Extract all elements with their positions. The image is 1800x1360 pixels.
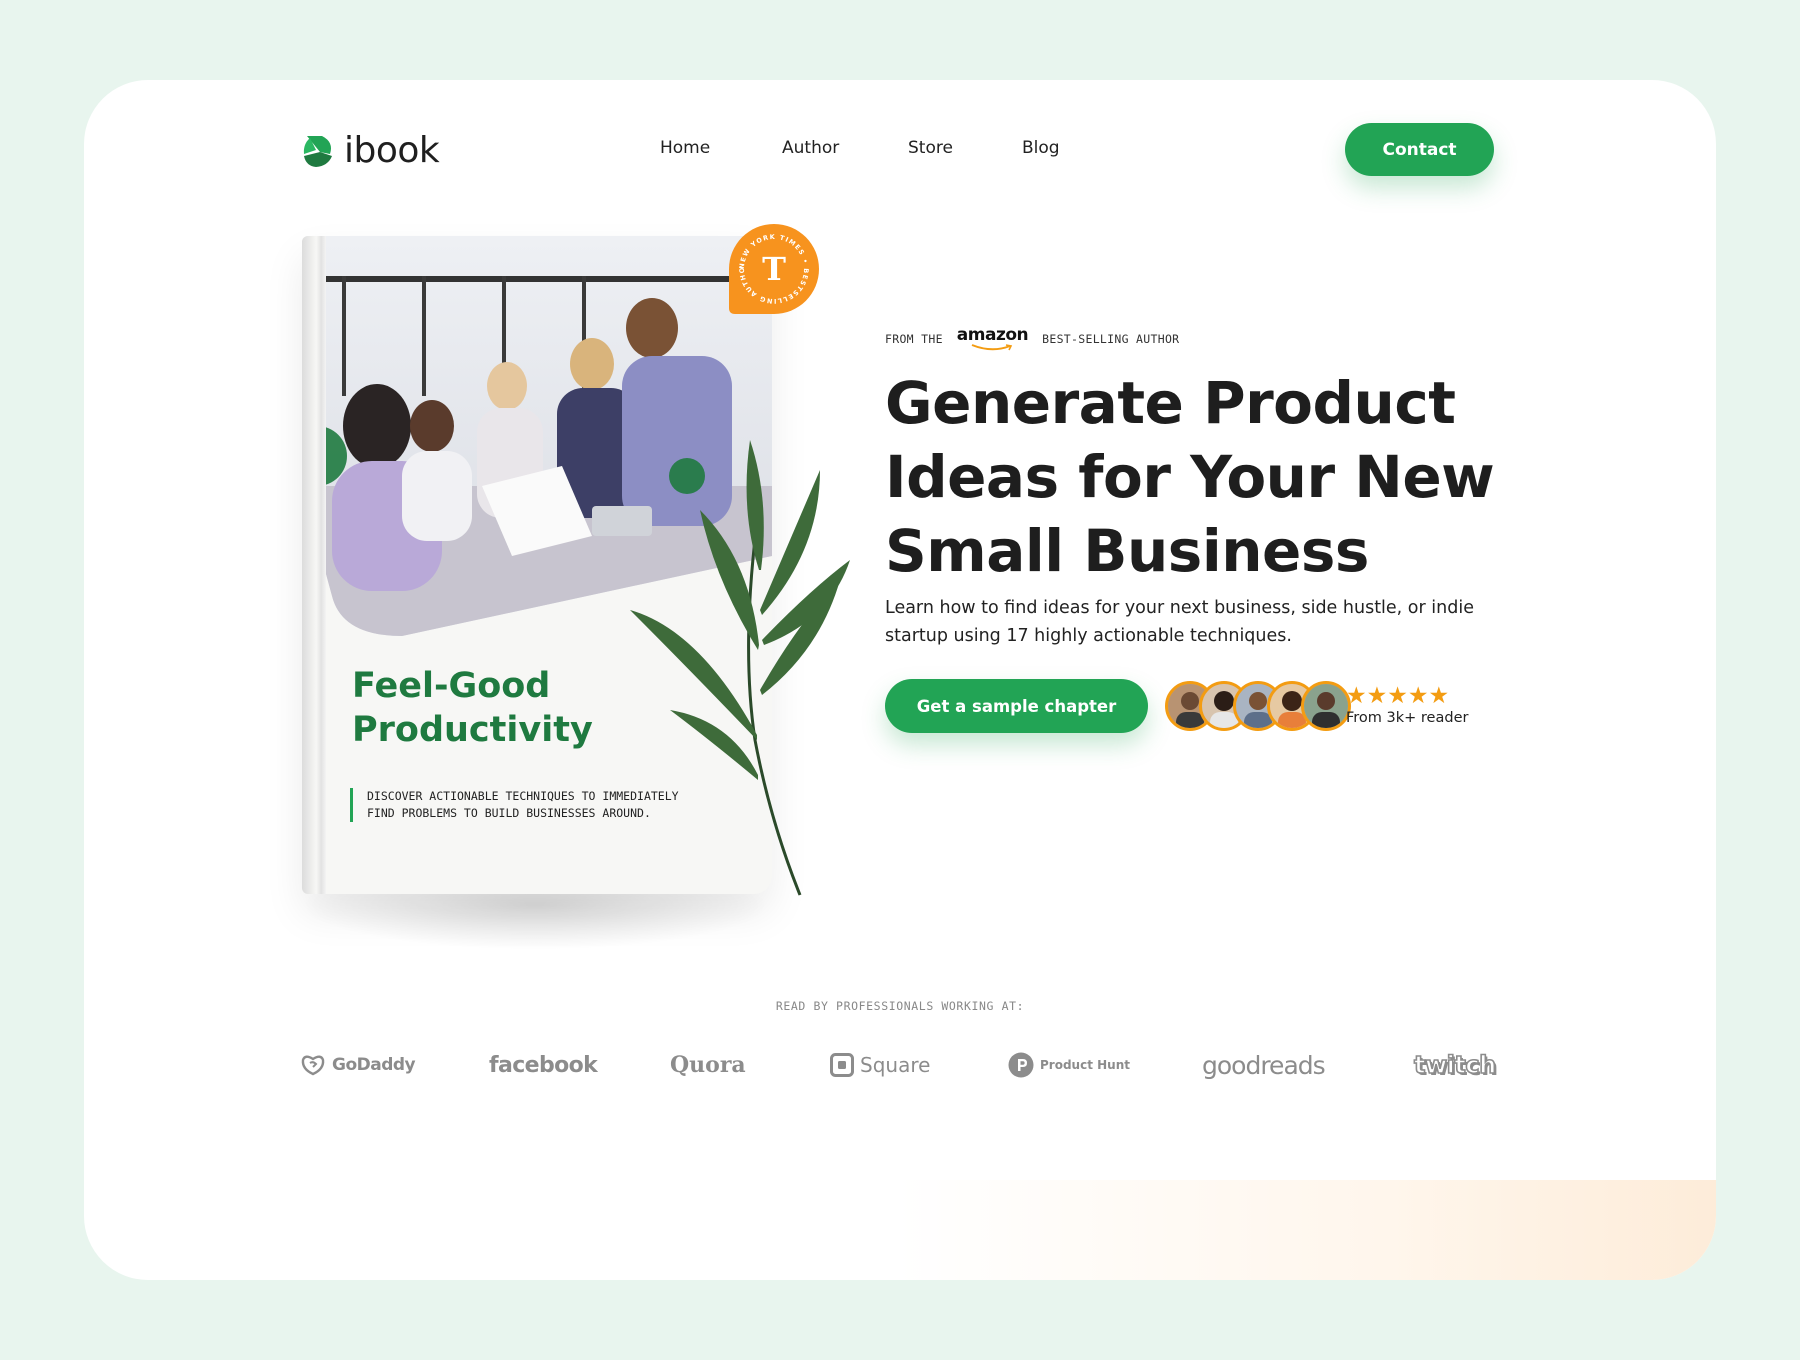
reader-avatars bbox=[1165, 681, 1351, 731]
eyebrow-suffix: BEST-SELLING AUTHOR bbox=[1042, 331, 1180, 346]
brand-product-hunt-text: Product Hunt bbox=[1040, 1058, 1130, 1072]
logo[interactable]: ibook bbox=[300, 130, 440, 171]
brand-product-hunt: Product Hunt bbox=[1008, 1045, 1130, 1085]
nav-blog[interactable]: Blog bbox=[1022, 138, 1060, 158]
headline-line2: Ideas for Your New bbox=[885, 443, 1495, 511]
nav-home[interactable]: Home bbox=[660, 138, 782, 158]
headline-line3: Small Business bbox=[885, 517, 1369, 585]
brand-godaddy-text: GoDaddy bbox=[332, 1055, 416, 1075]
subtext-line2: startup using 17 highly actionable techn… bbox=[885, 626, 1292, 646]
subtext-line1: Learn how to find ideas for your next bu… bbox=[885, 598, 1474, 618]
brand-twitch: twitch bbox=[1413, 1045, 1497, 1085]
reader-count: From 3k+ reader bbox=[1346, 710, 1469, 726]
plant-branch-image bbox=[630, 440, 850, 896]
eyebrow-prefix: FROM THE bbox=[885, 331, 943, 346]
logo-mark-icon bbox=[303, 135, 332, 167]
godaddy-icon bbox=[301, 1055, 325, 1076]
logo-text: ibook bbox=[344, 130, 440, 171]
brand-facebook: facebook bbox=[489, 1045, 598, 1085]
square-logo-icon bbox=[830, 1053, 854, 1077]
brand-godaddy: GoDaddy bbox=[300, 1045, 416, 1085]
brand-logos: GoDaddy facebook Quora Square Product Hu… bbox=[300, 1045, 1500, 1085]
amazon-smile-icon bbox=[972, 344, 1013, 351]
book-spine bbox=[302, 236, 326, 894]
bottom-glow bbox=[896, 1180, 1716, 1280]
nyt-t-icon: T bbox=[762, 250, 786, 288]
brand-square-text: Square bbox=[860, 1053, 931, 1077]
product-hunt-icon bbox=[1008, 1052, 1034, 1078]
brand-goodreads-text: goodreads bbox=[1202, 1050, 1326, 1080]
rating: ★★★★★ From 3k+ reader bbox=[1346, 684, 1468, 726]
eyebrow: FROM THE amazon BEST-SELLING AUTHOR bbox=[885, 326, 1179, 351]
brand-facebook-text: facebook bbox=[489, 1052, 598, 1078]
brand-quora: Quora bbox=[670, 1045, 746, 1085]
headline-line1: Generate Product bbox=[885, 369, 1456, 437]
main-nav: Home Author Store Blog bbox=[660, 138, 1060, 158]
nav-store[interactable]: Store bbox=[908, 138, 1022, 158]
hero-subtext: Learn how to find ideas for your next bu… bbox=[885, 594, 1485, 650]
star-icon: ★★★★★ bbox=[1346, 683, 1450, 709]
sample-chapter-button[interactable]: Get a sample chapter bbox=[885, 679, 1148, 733]
nyt-bestseller-badge: NEW YORK TIMES • BESTSELLING AUTHOR • T bbox=[727, 222, 819, 314]
hero-headline: Generate Product Ideas for Your New Smal… bbox=[885, 366, 1525, 588]
amazon-logo: amazon bbox=[956, 325, 1029, 351]
amazon-wordmark: amazon bbox=[956, 325, 1029, 345]
brand-quora-text: Quora bbox=[670, 1052, 746, 1078]
avatar bbox=[1301, 681, 1351, 731]
brand-twitch-text: twitch bbox=[1413, 1050, 1497, 1080]
brand-goodreads: goodreads bbox=[1202, 1045, 1326, 1085]
brands-label: READ BY PROFESSIONALS WORKING AT: bbox=[775, 999, 1025, 1013]
brand-square: Square bbox=[830, 1045, 930, 1085]
nav-author[interactable]: Author bbox=[782, 138, 908, 158]
contact-button[interactable]: Contact bbox=[1345, 123, 1494, 176]
